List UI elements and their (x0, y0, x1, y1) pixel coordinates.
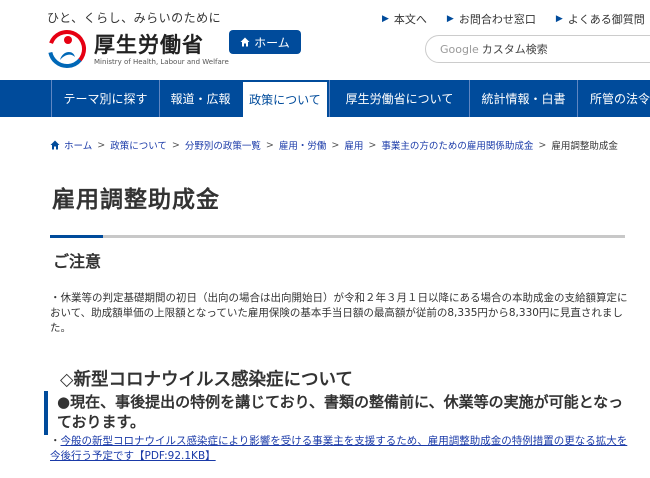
ministry-name-en: Ministry of Health, Labour and Welfare (94, 58, 229, 66)
global-nav: テーマ別に探す 報道・広報 政策について 厚生労働省について 統計情報・白書 所… (0, 80, 650, 117)
breadcrumb-separator: > (368, 139, 377, 151)
utility-links: ▶ 本文へ ▶ お問合わせ窓口 ▶ よくある御質問 (382, 11, 650, 27)
ministry-logo[interactable]: 厚生労働省 Ministry of Health, Labour and Wel… (47, 27, 247, 71)
corona-heading: ◇新型コロナウイルス感染症について (60, 370, 353, 390)
site-tagline: ひと、くらし、みらいのために (47, 11, 222, 25)
nav-item-about[interactable]: 厚生労働省について (329, 80, 469, 117)
site-header: ひと、くらし、みらいのために 厚生労働省 Ministry of Health,… (0, 0, 650, 80)
notice-link-item: ・今般の新型コロナウイルス感染症により影響を受ける事業主を支援するため、雇用調整… (50, 434, 635, 464)
nav-item-policy[interactable]: 政策について (241, 80, 329, 117)
home-icon (50, 140, 60, 150)
notice-body: ・休業等の判定基礎期間の初日（出向の場合は出向開始日）が令和２年３月１日以降にあ… (50, 291, 630, 336)
breadcrumb-link-subsidies[interactable]: 事業主の方のための雇用関係助成金 (381, 138, 533, 152)
bullet: ・ (50, 435, 61, 447)
util-link-label: よくある御質問 (567, 13, 645, 26)
breadcrumb-separator: > (171, 139, 180, 151)
home-button-label: ホーム (254, 35, 290, 50)
breadcrumb-separator: > (97, 139, 106, 151)
nav-item-press[interactable]: 報道・広報 (159, 80, 241, 117)
breadcrumb-link-policy-list[interactable]: 分野別の政策一覧 (185, 138, 261, 152)
util-link-contact[interactable]: ▶ お問合わせ窓口 (447, 11, 536, 27)
breadcrumb-separator: > (538, 139, 547, 151)
breadcrumb-link-policy[interactable]: 政策について (110, 138, 167, 152)
breadcrumb-link-home[interactable]: ホーム (64, 138, 92, 152)
title-divider (50, 235, 625, 238)
arrow-right-icon: ▶ (382, 14, 389, 24)
ministry-name-ja: 厚生労働省 (94, 33, 204, 57)
nav-item-statistics[interactable]: 統計情報・白書 (469, 80, 577, 117)
home-button[interactable]: ホーム (229, 30, 301, 54)
search-input[interactable]: Google カスタム検索 (425, 35, 650, 63)
breadcrumb-separator: > (331, 139, 340, 151)
breadcrumb-current: 雇用調整助成金 (551, 141, 618, 152)
pdf-link-subsidy-expansion[interactable]: 今般の新型コロナウイルス感染症により影響を受ける事業主を支援するため、雇用調整助… (50, 435, 627, 462)
highlight-accent-bar (44, 391, 48, 435)
util-link-label: お問合わせ窓口 (458, 13, 536, 26)
notice-heading: ご注意 (53, 252, 102, 271)
util-link-label: 本文へ (393, 13, 427, 26)
search-placeholder: カスタム検索 (481, 43, 548, 56)
nav-item-laws[interactable]: 所管の法令 (577, 80, 650, 117)
nav-item-themes[interactable]: テーマ別に探す (51, 80, 159, 117)
arrow-right-icon: ▶ (446, 14, 454, 24)
home-icon (240, 37, 250, 47)
util-link-main-content[interactable]: ▶ 本文へ (382, 11, 427, 27)
ministry-logo-mark-icon (48, 30, 87, 68)
util-link-faq[interactable]: ▶ よくある御質問 (556, 11, 645, 27)
search-brand-label: Google (440, 42, 479, 56)
highlight-text: ●現在、事後提出の特例を講じており、書類の整備前に、休業等の実施が可能となってお… (57, 393, 624, 431)
breadcrumb: ホーム > 政策について > 分野別の政策一覧 > 雇用・労働 > 雇用 > 事業主の方の… (50, 138, 618, 152)
arrow-right-icon: ▶ (555, 14, 563, 24)
breadcrumb-link-employment[interactable]: 雇用 (344, 138, 363, 152)
notice-text: ・休業等の判定基礎期間の初日（出向の場合は出向開始日）が令和２年３月１日以降にあ… (50, 292, 628, 334)
breadcrumb-separator: > (265, 139, 274, 151)
title-divider-accent (50, 235, 103, 238)
page-title: 雇用調整助成金 (52, 187, 220, 213)
breadcrumb-link-employment-labour[interactable]: 雇用・労働 (279, 138, 327, 152)
